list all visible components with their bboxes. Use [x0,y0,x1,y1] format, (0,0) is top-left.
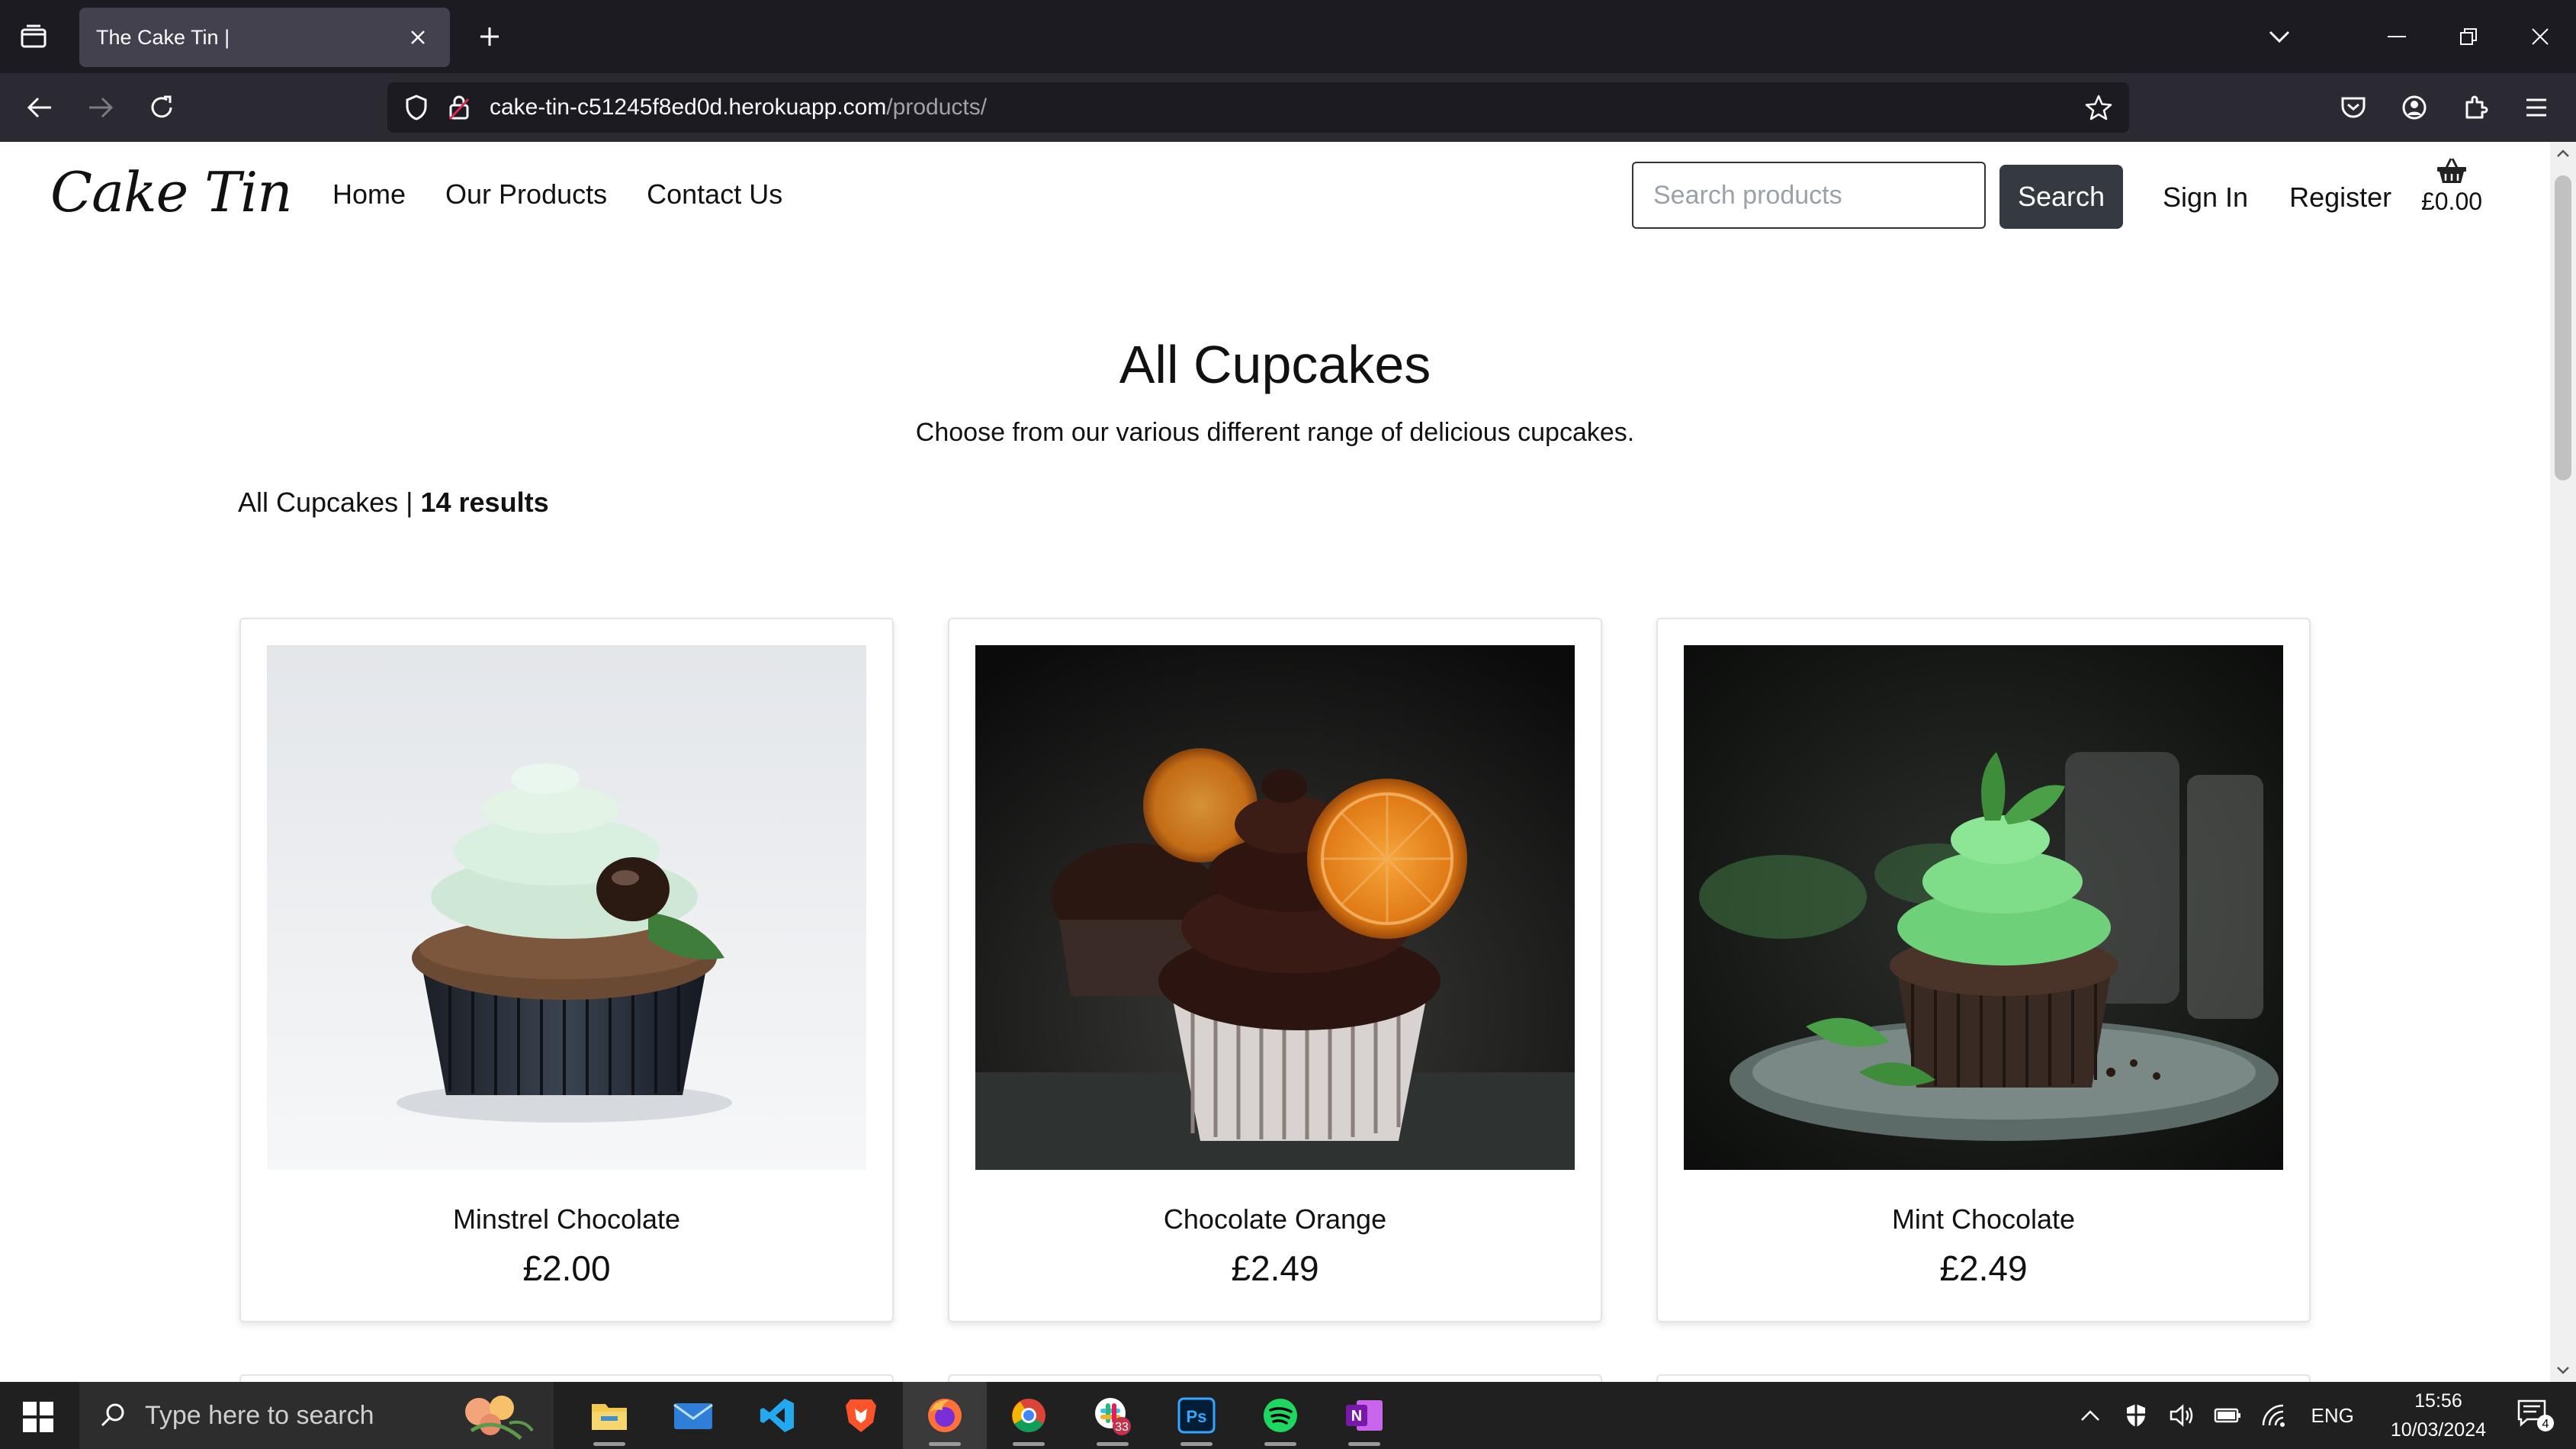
register-link[interactable]: Register [2289,182,2391,214]
account-links: Sign In Register [2163,182,2391,214]
reload-icon[interactable] [139,85,185,130]
windows-start-icon[interactable] [17,1396,59,1438]
clock-date: 10/03/2024 [2390,1419,2486,1441]
shield-icon[interactable] [395,86,438,129]
back-icon[interactable] [17,85,63,130]
page-scrollbar[interactable] [2550,142,2576,1382]
scrollbar-thumb[interactable] [2555,175,2571,480]
chrome-icon[interactable] [987,1382,1071,1449]
lock-warning-icon[interactable] [438,86,480,129]
scroll-up-arrow-icon[interactable] [2556,146,2570,160]
tab-title: The Cake Tin | [96,25,230,49]
nav-link-contact-us[interactable]: Contact Us [647,178,782,210]
slack-icon[interactable]: 33 [1071,1382,1155,1449]
scroll-down-arrow-icon[interactable] [2556,1364,2570,1377]
browser-navigation-bar: cake-tin-c51245f8ed0d.herokuapp.com/prod… [0,73,2576,142]
search-icon [99,1402,127,1429]
site-logo[interactable]: Cake Tin [50,160,293,224]
new-tab-icon[interactable] [467,14,512,59]
results-category: All Cupcakes [238,487,399,518]
input-language[interactable]: ENG [2311,1404,2354,1428]
vscode-icon[interactable] [735,1382,819,1449]
photoshop-icon[interactable]: Ps [1155,1382,1238,1449]
product-name[interactable]: Mint Chocolate [1658,1203,2309,1235]
account-icon[interactable] [2391,85,2437,130]
slack-badge-count: 33 [1115,1421,1129,1434]
list-all-tabs-icon[interactable] [2244,0,2315,73]
product-card-mint-chocolate[interactable]: Mint Chocolate £2.49 [1656,618,2311,1322]
url-path: /products/ [886,95,988,120]
notifications-icon[interactable]: 4 [2515,1399,2556,1431]
nav-link-home[interactable]: Home [332,178,406,210]
battery-icon[interactable] [2212,1400,2243,1431]
forward-icon[interactable] [78,85,124,130]
product-image-chocolate-orange[interactable] [975,645,1575,1170]
onenote-icon[interactable]: N [1322,1382,1406,1449]
product-price: £2.49 [1231,1248,1319,1288]
search-highlight-flowers-icon [448,1385,540,1446]
notifications-count: 4 [2542,1418,2549,1431]
security-shield-icon[interactable] [2121,1400,2151,1431]
brave-browser-icon[interactable] [819,1382,903,1449]
minimize-icon[interactable] [2361,0,2433,73]
product-card-minstrel-chocolate[interactable]: Minstrel Chocolate £2.00 [239,618,894,1322]
basket-total: £0.00 [2420,188,2483,215]
file-explorer-icon[interactable] [567,1382,651,1449]
product-price: £2.00 [522,1248,611,1288]
address-bar[interactable]: cake-tin-c51245f8ed0d.herokuapp.com/prod… [387,82,2129,133]
clock-time: 15:56 [2414,1390,2462,1412]
mail-icon[interactable] [651,1382,735,1449]
results-summary: All Cupcakes | 14 results [238,487,549,519]
show-hidden-icons-chevron-icon[interactable] [2075,1400,2105,1431]
taskbar-clock[interactable]: 15:56 10/03/2024 [2391,1386,2486,1444]
main-navigation: Home Our Products Contact Us [332,178,782,210]
taskbar-search-placeholder: Type here to search [145,1400,374,1430]
browser-tab-bar: The Cake Tin | [0,0,2576,73]
svg-text:Ps: Ps [1187,1407,1207,1426]
basket-button[interactable]: £0.00 [2417,157,2486,216]
site-header: Cake Tin Home Our Products Contact Us Se… [0,142,2550,256]
pocket-icon[interactable] [2330,85,2376,130]
product-name[interactable]: Chocolate Orange [949,1203,1601,1235]
search-button[interactable]: Search [1999,165,2123,229]
firefox-icon[interactable] [903,1382,987,1449]
menu-hamburger-icon[interactable] [2513,85,2559,130]
basket-icon [2436,157,2468,185]
restore-icon[interactable] [2433,0,2504,73]
taskbar-search-box[interactable]: Type here to search [79,1382,554,1449]
page-title: All Cupcakes [1119,335,1431,394]
sign-in-link[interactable]: Sign In [2163,182,2248,214]
web-page: Cake Tin Home Our Products Contact Us Se… [0,142,2550,1382]
product-search-input[interactable] [1632,162,1986,229]
page-subtitle: Choose from our various different range … [915,418,1635,447]
windows-taskbar: Type here to search 33 Ps N ENG 15:56 10… [0,1382,2576,1449]
product-name[interactable]: Minstrel Chocolate [241,1203,892,1235]
product-card-next-row [948,1374,1602,1382]
product-image-minstrel-chocolate[interactable] [267,645,866,1170]
svg-text:N: N [1351,1408,1362,1425]
extensions-icon[interactable] [2452,85,2498,130]
url-text: cake-tin-c51245f8ed0d.herokuapp.com/prod… [490,95,2077,120]
spotify-icon[interactable] [1238,1382,1322,1449]
close-window-icon[interactable] [2504,0,2576,73]
tab-list-icon[interactable] [11,14,56,59]
browser-tab-active[interactable]: The Cake Tin | [79,8,450,67]
url-host: cake-tin-c51245f8ed0d.herokuapp.com [490,95,887,120]
product-card-chocolate-orange[interactable]: Chocolate Orange £2.49 [948,618,1602,1322]
product-price: £2.49 [1939,1248,2028,1288]
results-count: 14 results [420,487,549,518]
product-card-next-row [239,1374,894,1382]
volume-icon[interactable] [2166,1400,2197,1431]
wifi-icon[interactable] [2258,1400,2289,1431]
close-tab-icon[interactable] [403,22,433,53]
product-card-next-row [1656,1374,2311,1382]
bookmark-star-icon[interactable] [2077,86,2120,129]
nav-link-our-products[interactable]: Our Products [445,178,607,210]
product-image-mint-chocolate[interactable] [1684,645,2283,1170]
results-separator: | [406,487,413,518]
